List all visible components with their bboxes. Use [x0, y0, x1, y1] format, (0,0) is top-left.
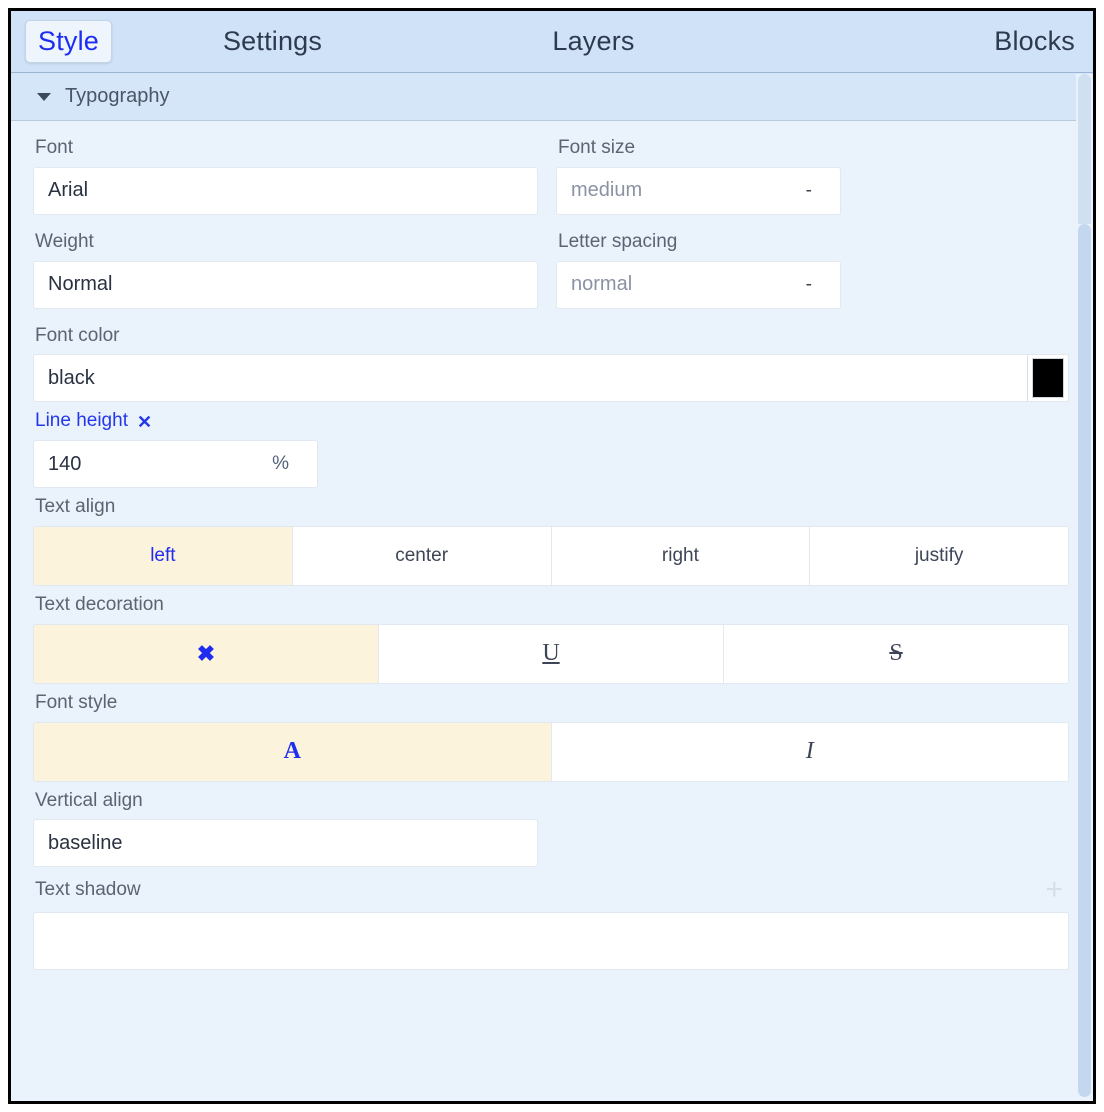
field-font-label: Font [35, 137, 74, 158]
font-style-option-italic[interactable]: I [551, 722, 1068, 781]
font-color-row: black [33, 354, 1069, 403]
field-text-align: Text align left center right justify [33, 496, 1069, 586]
field-font-size-label: Font size [558, 137, 636, 158]
font-input-value: Arial [48, 179, 89, 202]
letter-spacing-unit[interactable]: - [796, 274, 826, 296]
plus-icon[interactable]: + [1045, 875, 1069, 905]
text-decoration-option-underline[interactable]: U [379, 624, 724, 683]
tab-settings-label: Settings [222, 26, 323, 56]
field-line-height: Line height ✕ 140 % [33, 410, 1069, 489]
field-font-style: Font style A I [33, 692, 1069, 782]
style-properties-body: Font Arial Font size medium - Weight Nor… [11, 121, 1093, 1101]
row-weight-and-letter-spacing: Weight Normal Letter spacing normal - [33, 231, 1069, 317]
field-letter-spacing-label: Letter spacing [558, 230, 678, 252]
panel-tabbar: Style Settings Layers Blocks [11, 11, 1093, 73]
normal-a-icon: A [283, 738, 301, 765]
font-size-input[interactable]: medium - [556, 166, 841, 215]
screenshot-root: Style Settings Layers Blocks Typography … [0, 0, 1104, 1112]
scrollbar-thumb[interactable] [1078, 224, 1091, 1097]
field-weight-label: Weight [35, 230, 94, 252]
text-align-option-center-label: center [395, 544, 449, 566]
field-text-align-label: Text align [35, 496, 116, 518]
caret-down-icon [37, 92, 51, 101]
row-font-and-size: Font Arial Font size medium - [33, 137, 1069, 223]
field-font-style-label: Font style [35, 691, 118, 713]
italic-i-icon: I [805, 738, 814, 765]
text-align-option-center[interactable]: center [292, 526, 552, 585]
tab-layers-label: Layers [552, 26, 635, 56]
line-height-input[interactable]: 140 % [33, 440, 318, 489]
text-decoration-option-none[interactable]: ✖ [34, 624, 379, 683]
field-font-color: Font color black [33, 325, 1069, 403]
text-align-option-right-label: right [661, 544, 699, 566]
panel-scrollbar[interactable] [1076, 74, 1093, 1101]
text-align-option-right[interactable]: right [551, 526, 811, 585]
text-align-group: left center right justify [33, 525, 1069, 586]
field-text-shadow-label: Text shadow [35, 878, 141, 900]
font-size-unit[interactable]: - [796, 180, 826, 202]
scrollbar-track [1078, 74, 1091, 224]
tab-blocks-label: Blocks [994, 26, 1075, 56]
line-height-input-value: 140 [48, 452, 82, 475]
close-x-icon[interactable]: ✕ [137, 413, 152, 431]
strikethrough-icon: S [889, 640, 903, 667]
font-color-input[interactable]: black [33, 354, 1027, 403]
font-input[interactable]: Arial [33, 166, 538, 215]
sector-typography-header[interactable]: Typography [11, 73, 1093, 121]
field-line-height-label-text: Line height [35, 410, 128, 432]
field-font-color-label: Font color [35, 324, 120, 346]
letter-spacing-input[interactable]: normal - [556, 260, 841, 309]
text-align-option-justify[interactable]: justify [810, 526, 1068, 585]
weight-input-value: Normal [48, 273, 113, 296]
font-style-group: A I [33, 721, 1069, 782]
tab-settings[interactable]: Settings [112, 20, 433, 63]
field-font: Font Arial [33, 137, 538, 215]
text-align-option-left-label: left [150, 544, 176, 566]
tab-style-label: Style [38, 26, 100, 56]
text-align-option-justify-label: justify [914, 544, 964, 566]
field-vertical-align: Vertical align baseline [33, 790, 1069, 868]
vertical-align-input-value: baseline [48, 831, 123, 854]
line-height-unit[interactable]: % [262, 453, 303, 475]
text-shadow-head: Text shadow + [33, 875, 1069, 905]
tab-blocks[interactable]: Blocks [754, 20, 1077, 63]
none-x-icon: ✖ [196, 640, 216, 666]
font-style-option-normal[interactable]: A [34, 722, 552, 781]
field-font-size: Font size medium - [556, 137, 841, 215]
letter-spacing-input-value: normal [571, 273, 633, 296]
underline-icon: U [542, 640, 560, 667]
field-text-decoration-label: Text decoration [35, 593, 164, 615]
text-decoration-group: ✖ U S [33, 623, 1069, 684]
field-weight: Weight Normal [33, 231, 538, 309]
weight-input[interactable]: Normal [33, 260, 538, 309]
text-align-option-left[interactable]: left [34, 526, 293, 585]
sector-typography-title: Typography [65, 85, 170, 107]
tab-layers[interactable]: Layers [433, 20, 754, 63]
field-text-shadow: Text shadow + [33, 875, 1069, 971]
font-color-input-value: black [48, 366, 95, 389]
field-line-height-label: Line height ✕ [35, 410, 1069, 433]
color-swatch-icon [1032, 358, 1064, 399]
tab-style[interactable]: Style [25, 20, 113, 63]
font-size-input-value: medium [571, 179, 643, 202]
field-vertical-align-label: Vertical align [35, 789, 143, 811]
style-manager-panel: Style Settings Layers Blocks Typography … [8, 8, 1096, 1104]
text-shadow-stack[interactable] [33, 912, 1069, 971]
vertical-align-input[interactable]: baseline [33, 819, 538, 868]
text-decoration-option-strikethrough[interactable]: S [724, 624, 1068, 683]
font-color-swatch-button[interactable] [1027, 354, 1069, 403]
field-text-decoration: Text decoration ✖ U S [33, 594, 1069, 684]
field-letter-spacing: Letter spacing normal - [556, 231, 841, 309]
